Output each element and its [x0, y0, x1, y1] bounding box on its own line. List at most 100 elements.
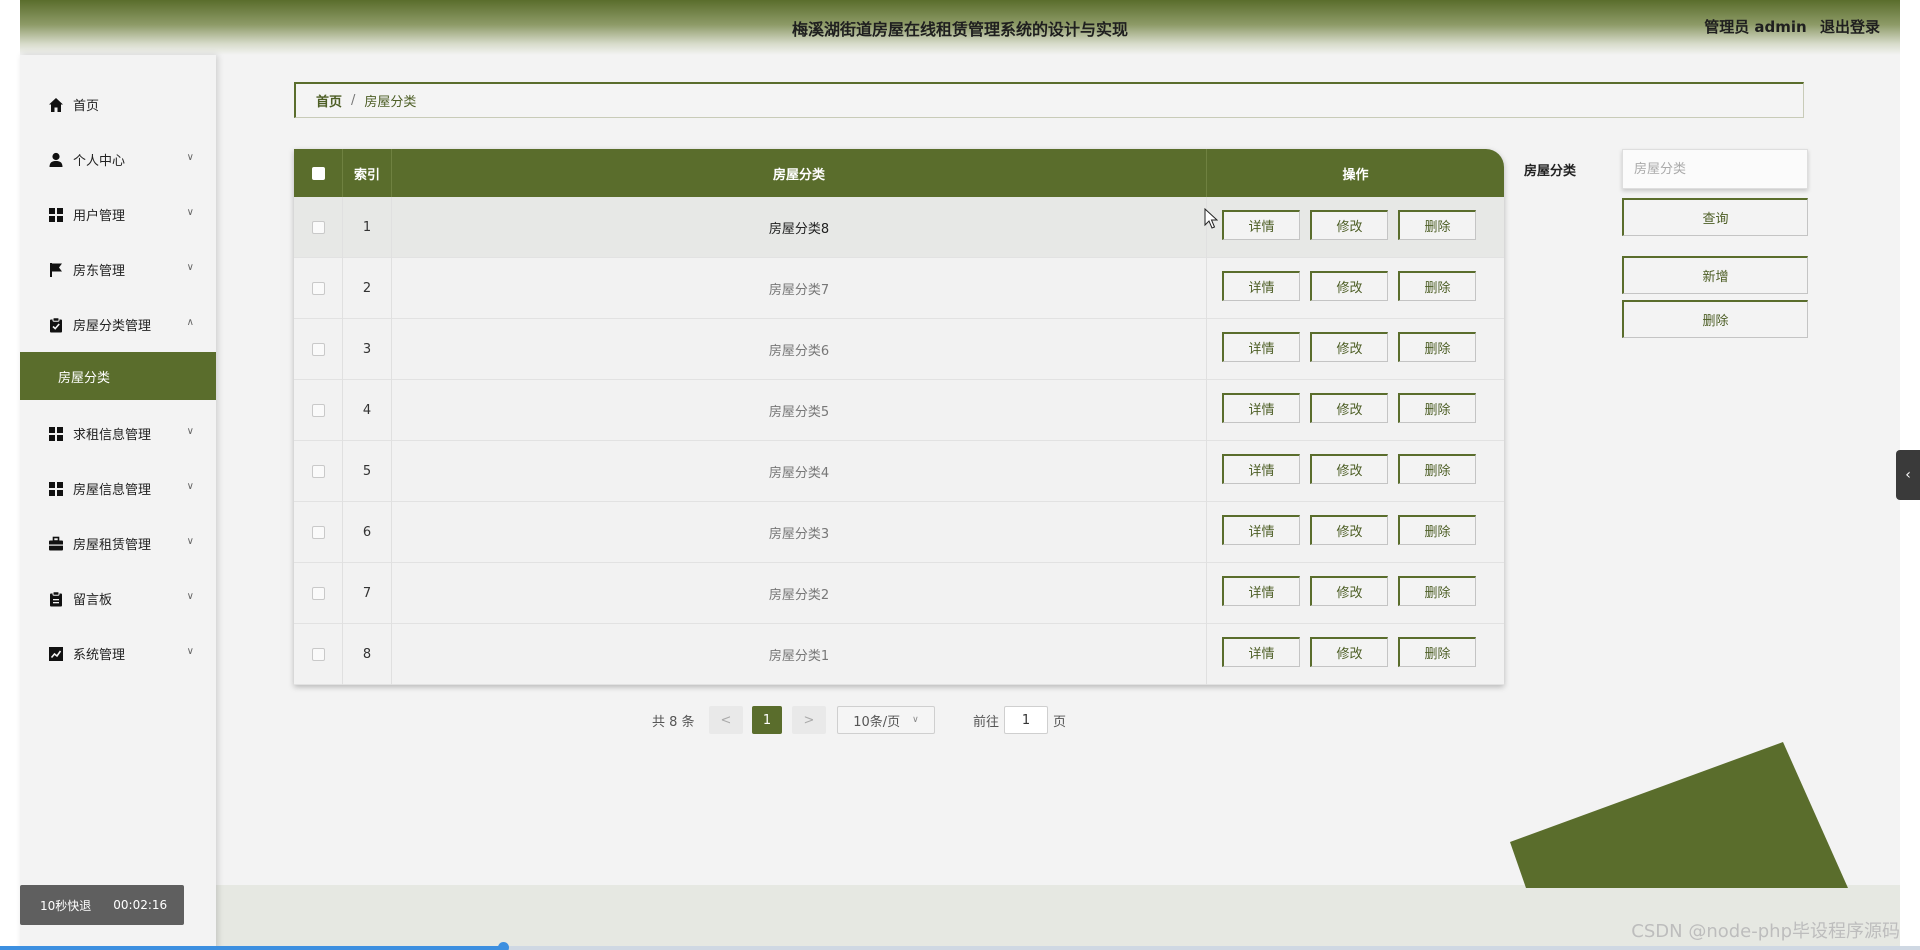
breadcrumb-current: 房屋分类 [364, 95, 417, 110]
chevron-up-icon: ∧ [186, 317, 194, 328]
delete-button[interactable]: 删除 [1398, 332, 1476, 362]
delete-button[interactable]: 删除 [1398, 576, 1476, 606]
page-size-select[interactable]: 10条/页 ∨ [837, 706, 935, 734]
sidebar-item-personal-center[interactable]: 个人中心 ∨ [20, 132, 216, 187]
detail-button[interactable]: 详情 [1222, 393, 1300, 423]
sidebar-item-label: 首页 [73, 99, 100, 114]
delete-button[interactable]: 删除 [1398, 454, 1476, 484]
row-index: 3 [343, 319, 392, 380]
row-index: 6 [343, 502, 392, 563]
row-index: 1 [343, 197, 392, 258]
row-checkbox[interactable] [311, 221, 325, 234]
edit-button[interactable]: 修改 [1310, 515, 1388, 545]
delete-button[interactable]: 删除 [1398, 515, 1476, 545]
row-category-name: 房屋分类8 [392, 197, 1207, 258]
sidebar-subitem-house-category[interactable]: 房屋分类 [20, 352, 216, 400]
chevron-down-icon: ∨ [186, 262, 194, 273]
detail-button[interactable]: 详情 [1222, 271, 1300, 301]
app-screen: 梅溪湖街道房屋在线租赁管理系统的设计与实现 管理员 admin 退出登录 首页 … [0, 0, 1920, 950]
row-checkbox-cell [294, 624, 343, 685]
pagination-prev-button[interactable]: < [709, 706, 743, 734]
edit-button[interactable]: 修改 [1310, 332, 1388, 362]
batch-delete-button[interactable]: 删除 [1622, 300, 1808, 338]
sidebar-item-landlord-management[interactable]: 房东管理 ∨ [20, 242, 216, 297]
sidebar-item-system-management[interactable]: 系统管理 ∨ [20, 626, 216, 681]
row-checkbox-cell [294, 441, 343, 502]
row-checkbox[interactable] [311, 343, 325, 356]
admin-user-label[interactable]: 管理员 admin [1704, 18, 1807, 36]
row-checkbox[interactable] [311, 526, 325, 539]
row-index: 5 [343, 441, 392, 502]
top-header: 梅溪湖街道房屋在线租赁管理系统的设计与实现 管理员 admin 退出登录 [20, 0, 1900, 55]
video-progress-handle[interactable] [498, 942, 510, 950]
sidebar-item-rent-request-management[interactable]: 求租信息管理 ∨ [20, 406, 216, 461]
delete-button[interactable]: 删除 [1398, 393, 1476, 423]
row-checkbox[interactable] [311, 465, 325, 478]
query-button[interactable]: 查询 [1622, 198, 1808, 236]
logout-link[interactable]: 退出登录 [1820, 18, 1880, 36]
sidebar-item-label: 房屋分类管理 [73, 319, 152, 334]
row-category-name: 房屋分类2 [392, 563, 1207, 624]
clipboard-icon [50, 316, 62, 332]
edit-button[interactable]: 修改 [1310, 637, 1388, 667]
goto-page-input[interactable]: 1 [1004, 706, 1048, 734]
delete-button[interactable]: 删除 [1398, 210, 1476, 240]
add-button[interactable]: 新增 [1622, 256, 1808, 294]
edit-button[interactable]: 修改 [1310, 454, 1388, 484]
sidebar-item-message-board[interactable]: 留言板 ∨ [20, 571, 216, 626]
detail-button[interactable]: 详情 [1222, 454, 1300, 484]
row-checkbox[interactable] [311, 404, 325, 417]
delete-button[interactable]: 删除 [1398, 637, 1476, 667]
sidebar-item-label: 房屋租赁管理 [73, 538, 152, 553]
watermark-text: CSDN @node-php毕设程序源码 [1631, 921, 1900, 942]
rewind-10s-button[interactable]: 10秒快退 [40, 897, 91, 914]
chevron-down-icon: ∨ [912, 715, 919, 725]
pagination-next-button[interactable]: > [792, 706, 826, 734]
table-row: 4 房屋分类5 详情 修改 删除 [294, 380, 1504, 441]
user-area: 管理员 admin 退出登录 [1696, 16, 1880, 37]
table-row: 6 房屋分类3 详情 修改 删除 [294, 502, 1504, 563]
header-category: 房屋分类 [392, 149, 1207, 197]
chevron-down-icon: ∨ [186, 207, 194, 218]
sidebar-subitem-label: 房屋分类 [58, 370, 111, 386]
collapse-side-tab[interactable]: ‹ [1896, 450, 1920, 500]
edit-button[interactable]: 修改 [1310, 393, 1388, 423]
detail-button[interactable]: 详情 [1222, 576, 1300, 606]
table-row: 2 房屋分类7 详情 修改 删除 [294, 258, 1504, 319]
video-control-bar: 10秒快退 00:02:16 [20, 885, 184, 925]
breadcrumb-home-link[interactable]: 首页 [316, 91, 342, 110]
edit-button[interactable]: 修改 [1310, 576, 1388, 606]
row-category-name: 房屋分类5 [392, 380, 1207, 441]
detail-button[interactable]: 详情 [1222, 515, 1300, 545]
video-time: 00:02:16 [113, 898, 168, 912]
row-category-name: 房屋分类6 [392, 319, 1207, 380]
table-row: 7 房屋分类2 详情 修改 删除 [294, 563, 1504, 624]
row-index: 4 [343, 380, 392, 441]
sidebar-item-home[interactable]: 首页 [20, 77, 216, 132]
grid-icon [49, 426, 63, 441]
row-checkbox[interactable] [311, 587, 325, 600]
search-input[interactable] [1622, 149, 1808, 189]
sidebar-item-house-category-management[interactable]: 房屋分类管理 ∧ [20, 297, 216, 352]
row-checkbox[interactable] [311, 648, 325, 661]
video-progress-fill [0, 946, 504, 950]
detail-button[interactable]: 详情 [1222, 637, 1300, 667]
edit-button[interactable]: 修改 [1310, 210, 1388, 240]
clipboard-icon [50, 590, 62, 606]
row-checkbox-cell [294, 502, 343, 563]
sidebar: 首页 个人中心 ∨ 用户管理 ∨ 房东管理 ∨ 房屋分类管理 ∧ 房屋分类 求租… [20, 55, 216, 950]
detail-button[interactable]: 详情 [1222, 210, 1300, 240]
select-all-checkbox[interactable] [311, 166, 325, 180]
pagination-page-1[interactable]: 1 [752, 706, 782, 734]
sidebar-item-user-management[interactable]: 用户管理 ∨ [20, 187, 216, 242]
detail-button[interactable]: 详情 [1222, 332, 1300, 362]
user-icon [49, 152, 63, 167]
chart-icon [49, 646, 63, 661]
delete-button[interactable]: 删除 [1398, 271, 1476, 301]
table-row: 1 房屋分类8 详情 修改 删除 [294, 197, 1504, 258]
sidebar-item-house-info-management[interactable]: 房屋信息管理 ∨ [20, 461, 216, 516]
sidebar-item-house-rental-management[interactable]: 房屋租赁管理 ∨ [20, 516, 216, 571]
chevron-down-icon: ∨ [186, 426, 194, 437]
edit-button[interactable]: 修改 [1310, 271, 1388, 301]
row-checkbox[interactable] [311, 282, 325, 295]
